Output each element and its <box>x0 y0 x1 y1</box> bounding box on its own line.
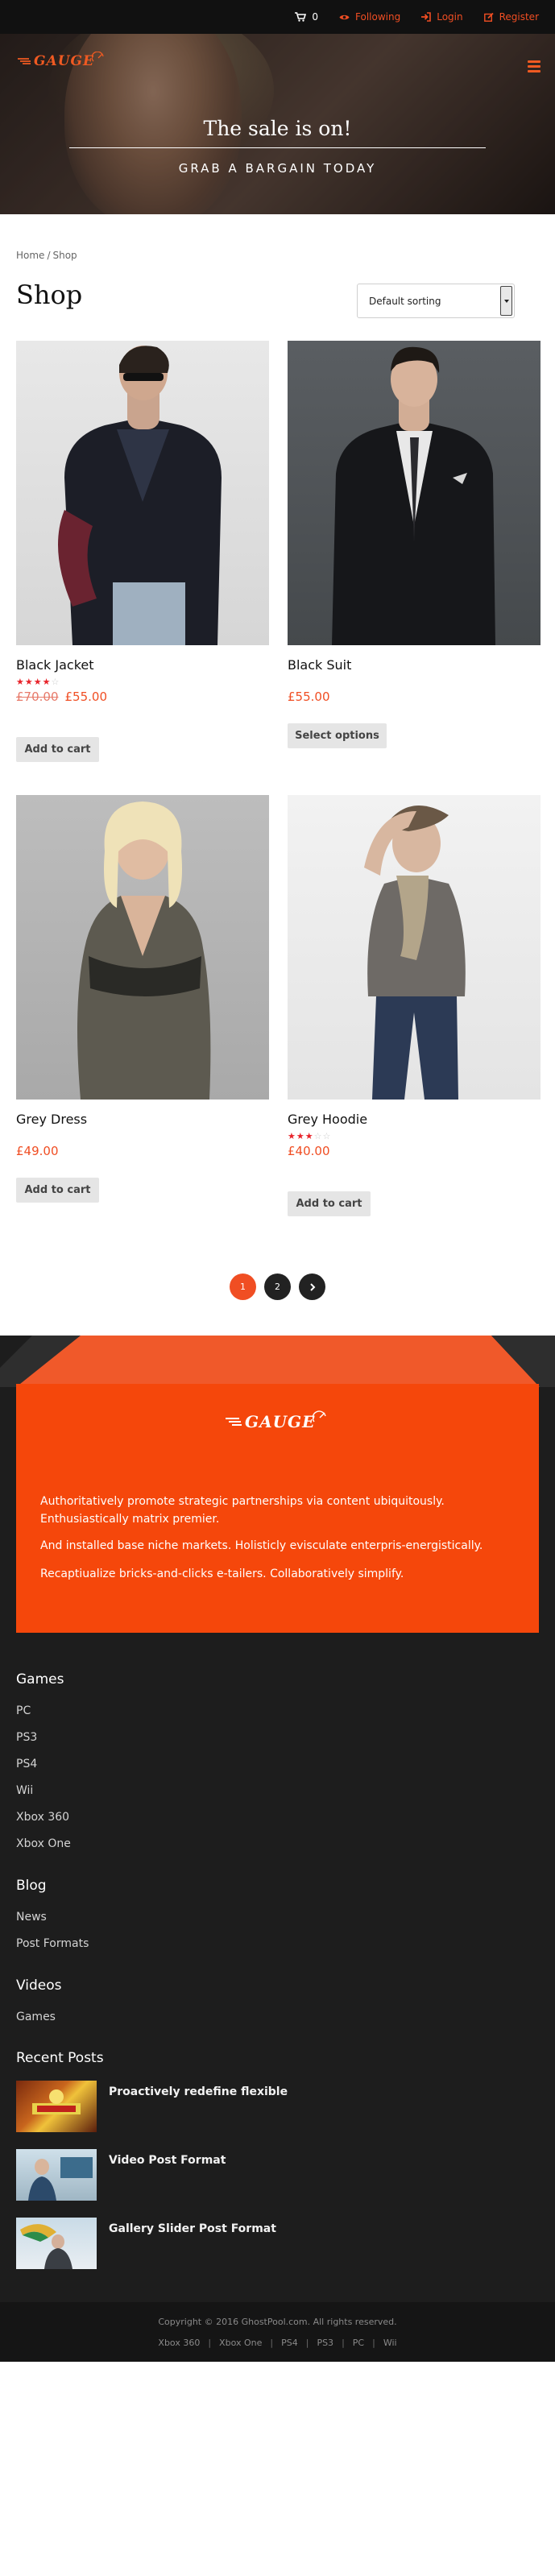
site-logo[interactable]: GAUGE <box>18 52 105 69</box>
hero-divider <box>69 147 486 148</box>
hero-banner: GAUGE The sale is on! GRAB A BARGAIN TOD… <box>0 34 555 214</box>
eye-icon <box>339 14 350 19</box>
page-spacer <box>0 214 555 2576</box>
cart-icon <box>295 12 307 22</box>
sign-in-icon <box>421 12 432 22</box>
hero-title: The sale is on! <box>203 117 352 140</box>
following-link[interactable]: Following <box>339 11 400 23</box>
hero-subtitle: GRAB A BARGAIN TODAY <box>178 161 377 176</box>
menu-icon[interactable] <box>528 60 541 72</box>
gauge-swoosh-icon <box>92 52 104 62</box>
cart-link[interactable]: 0 <box>295 11 318 23</box>
cart-count: 0 <box>312 11 319 23</box>
register-link[interactable]: Register <box>483 11 539 23</box>
logo-text: GAUGE <box>34 53 95 69</box>
register-label: Register <box>499 11 539 23</box>
speed-lines-icon <box>18 58 31 64</box>
top-bar: 0 Following Login Register <box>0 0 555 34</box>
login-label: Login <box>437 11 463 23</box>
edit-icon <box>483 12 494 22</box>
login-link[interactable]: Login <box>421 11 463 23</box>
following-label: Following <box>355 11 401 23</box>
